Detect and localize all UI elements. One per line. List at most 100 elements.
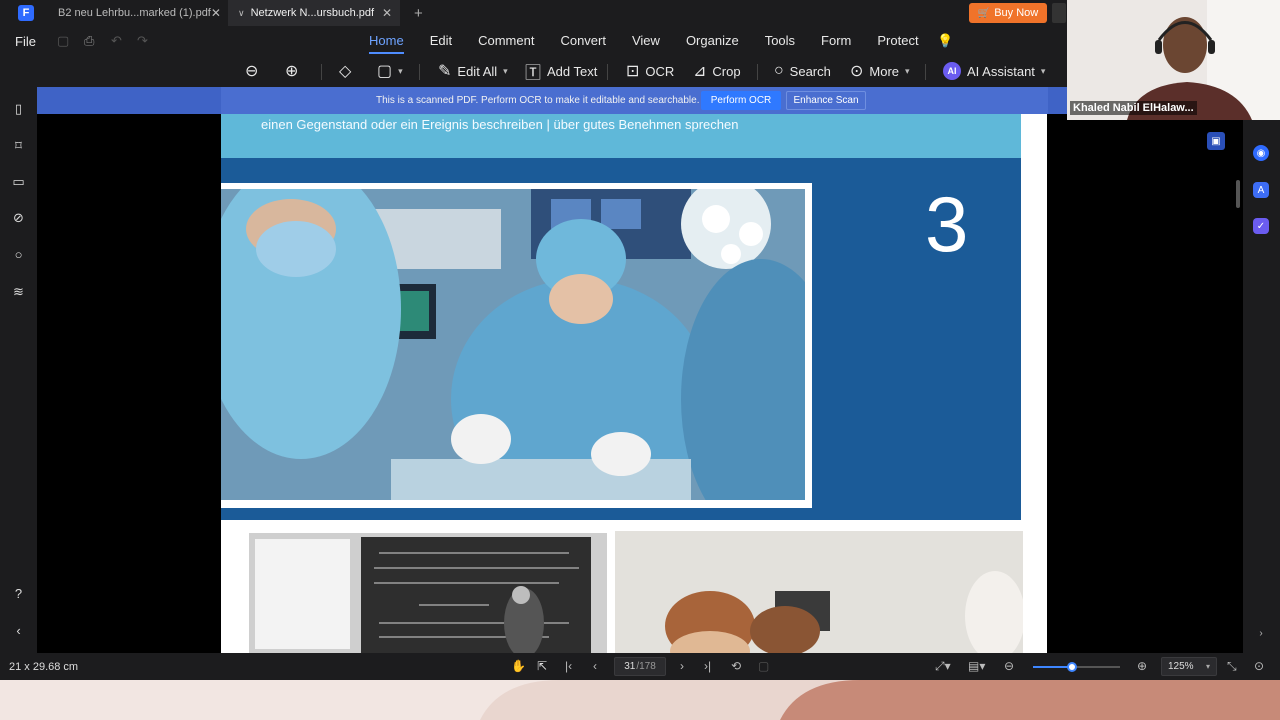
zoom-level: 125% [1168, 661, 1194, 672]
chatbot-icon[interactable]: ◉ [1253, 145, 1269, 161]
highlight-button[interactable]: ◇ [339, 60, 351, 82]
toolbar-divider [607, 64, 608, 80]
collapse-left-icon[interactable]: ‹ [11, 623, 26, 638]
desktop-background [0, 680, 1280, 720]
search-button[interactable]: ○ Search [774, 60, 831, 82]
fit-page-icon[interactable]: ▢ [758, 659, 769, 673]
first-page-icon[interactable]: |‹ [565, 659, 572, 673]
menu-convert[interactable]: Convert [560, 26, 606, 56]
collapse-right-icon[interactable]: › [1253, 625, 1269, 641]
rotate-icon[interactable]: ⟲ [731, 659, 741, 673]
more-label: More [869, 63, 900, 79]
collapse-bar-icon[interactable]: ⊙ [1254, 659, 1264, 673]
help-icon[interactable]: ? [11, 586, 26, 601]
surgery-photo [221, 189, 805, 500]
document-viewer[interactable]: This is a scanned PDF. Perform OCR to ma… [37, 87, 1243, 653]
zoom-level-select[interactable]: 125% ▾ [1161, 657, 1217, 676]
tab-document-1[interactable]: B2 neu Lehrbu...marked (1).pdf ✕ [48, 0, 228, 26]
app-logo-icon: F [18, 5, 34, 21]
menu-view[interactable]: View [632, 26, 660, 56]
previous-page-icon[interactable]: ‹ [593, 659, 597, 673]
status-bar: 21 x 29.68 cm ✋ ⇱ |‹ ‹ 31 /178 › ›| ⟲ ▢ … [0, 653, 1280, 680]
fit-width-icon[interactable]: ⤢▾ [935, 659, 951, 674]
attachment-icon[interactable]: ⊘ [11, 210, 26, 225]
zoom-out-icon[interactable]: ⊖ [1004, 659, 1014, 673]
enhance-scan-button[interactable]: Enhance Scan [786, 91, 866, 110]
check-icon[interactable]: ✓ [1253, 218, 1269, 234]
menu-comment[interactable]: Comment [478, 26, 534, 56]
page-number-input[interactable]: 31 /178 [614, 657, 666, 676]
close-icon[interactable]: ✕ [382, 6, 392, 20]
chapter-number: 3 [925, 180, 969, 268]
select-tool-icon[interactable]: ⇱ [537, 659, 547, 673]
comment-icon[interactable]: ▭ [11, 174, 26, 189]
students-photo [615, 531, 1023, 653]
save-icon[interactable]: ▢ [57, 33, 69, 49]
fullscreen-icon[interactable]: ⤡ [1227, 659, 1237, 674]
video-call-tile[interactable]: Khaled Nabil ElHalaw... [1067, 0, 1280, 120]
close-icon[interactable]: ✕ [211, 6, 221, 20]
tab-document-2[interactable]: ∨ Netzwerk N...ursbuch.pdf ✕ [228, 0, 400, 26]
redo-icon[interactable]: ↷ [137, 33, 148, 49]
scroll-sync-icon[interactable]: ▣ [1207, 132, 1225, 150]
crop-icon: ⊿ [693, 63, 707, 80]
zoom-in-icon: ⊕ [285, 63, 299, 80]
ocr-message: This is a scanned PDF. Perform OCR to ma… [376, 95, 700, 106]
chevron-down-icon: ▾ [503, 65, 508, 76]
page-layout-icon[interactable]: ▤▾ [968, 659, 985, 673]
main-menu: Home Edit Comment Convert View Organize … [369, 26, 945, 56]
chevron-down-icon: ▾ [1205, 662, 1210, 671]
buy-now-button[interactable]: 🛒 Buy Now [969, 3, 1047, 23]
zoom-in-icon[interactable]: ⊕ [1137, 659, 1147, 673]
menu-tools[interactable]: Tools [765, 26, 795, 56]
vertical-scrollbar[interactable] [1236, 180, 1240, 208]
page-thumbnails-icon[interactable]: ▯ [11, 101, 26, 116]
edit-all-button[interactable]: ✎ Edit All ▾ [438, 60, 508, 82]
chevron-down-icon: ▾ [398, 65, 403, 76]
ai-assistant-button[interactable]: AI AI Assistant ▾ [943, 60, 1045, 82]
bookmark-icon[interactable]: ⌑ [11, 138, 26, 153]
new-tab-button[interactable]: + [414, 5, 423, 22]
ai-assistant-label: AI Assistant [967, 63, 1035, 79]
menu-organize[interactable]: Organize [686, 26, 739, 56]
perform-ocr-button[interactable]: Perform OCR [701, 91, 781, 110]
zoom-out-button[interactable]: ⊖ [245, 60, 258, 82]
menu-protect[interactable]: Protect [877, 26, 918, 56]
menu-edit[interactable]: Edit [430, 26, 452, 56]
zoom-slider[interactable] [1033, 662, 1120, 672]
chevron-down-icon: ▾ [905, 65, 910, 76]
next-page-icon[interactable]: › [680, 659, 684, 673]
students-illustration [615, 531, 1023, 653]
print-icon[interactable]: ⎙ [84, 33, 94, 49]
ocr-button[interactable]: ⊡ OCR [626, 60, 674, 82]
window-control[interactable] [1052, 3, 1066, 23]
toolbar: ⊖ ⊕ ◇ ▢ ▾ ✎ Edit All ▾ 🅃 Add Text ⊡ OCR … [0, 56, 1067, 87]
undo-icon[interactable]: ↶ [111, 33, 122, 49]
crop-button[interactable]: ⊿ Crop [693, 60, 741, 82]
translate-icon[interactable]: A [1253, 182, 1269, 198]
search-label: Search [789, 63, 831, 79]
file-menu[interactable]: File [15, 34, 36, 49]
hand-tool-icon[interactable]: ✋ [511, 659, 526, 673]
tab-label: Netzwerk N...ursbuch.pdf [250, 7, 375, 19]
text-box-icon: 🅃 [525, 65, 542, 82]
add-text-button[interactable]: 🅃 Add Text [525, 60, 598, 83]
search-icon[interactable]: ○ [11, 247, 26, 262]
search-icon: ○ [774, 62, 784, 79]
pdf-page[interactable]: einen Gegenstand oder ein Ereignis besch… [221, 114, 1047, 653]
zoom-slider-thumb[interactable] [1067, 662, 1077, 672]
crop-label: Crop [712, 63, 741, 79]
last-page-icon[interactable]: ›| [704, 659, 711, 673]
layers-icon[interactable]: ≋ [11, 284, 26, 299]
menu-home[interactable]: Home [369, 26, 404, 56]
menu-bar: File ▢ ⎙ ↶ ↷ Home Edit Comment Convert V… [0, 26, 1067, 56]
zoom-in-button[interactable]: ⊕ [285, 60, 298, 82]
edit-all-label: Edit All [457, 63, 498, 79]
shape-button[interactable]: ▢ ▾ [377, 60, 403, 82]
ocr-label: OCR [645, 63, 675, 79]
more-button[interactable]: ⊙ More ▾ [850, 60, 910, 82]
add-text-label: Add Text [547, 63, 598, 79]
menu-form[interactable]: Form [821, 26, 851, 56]
lightbulb-icon[interactable]: 💡 [937, 33, 953, 49]
ocr-banner: This is a scanned PDF. Perform OCR to ma… [37, 87, 1243, 114]
